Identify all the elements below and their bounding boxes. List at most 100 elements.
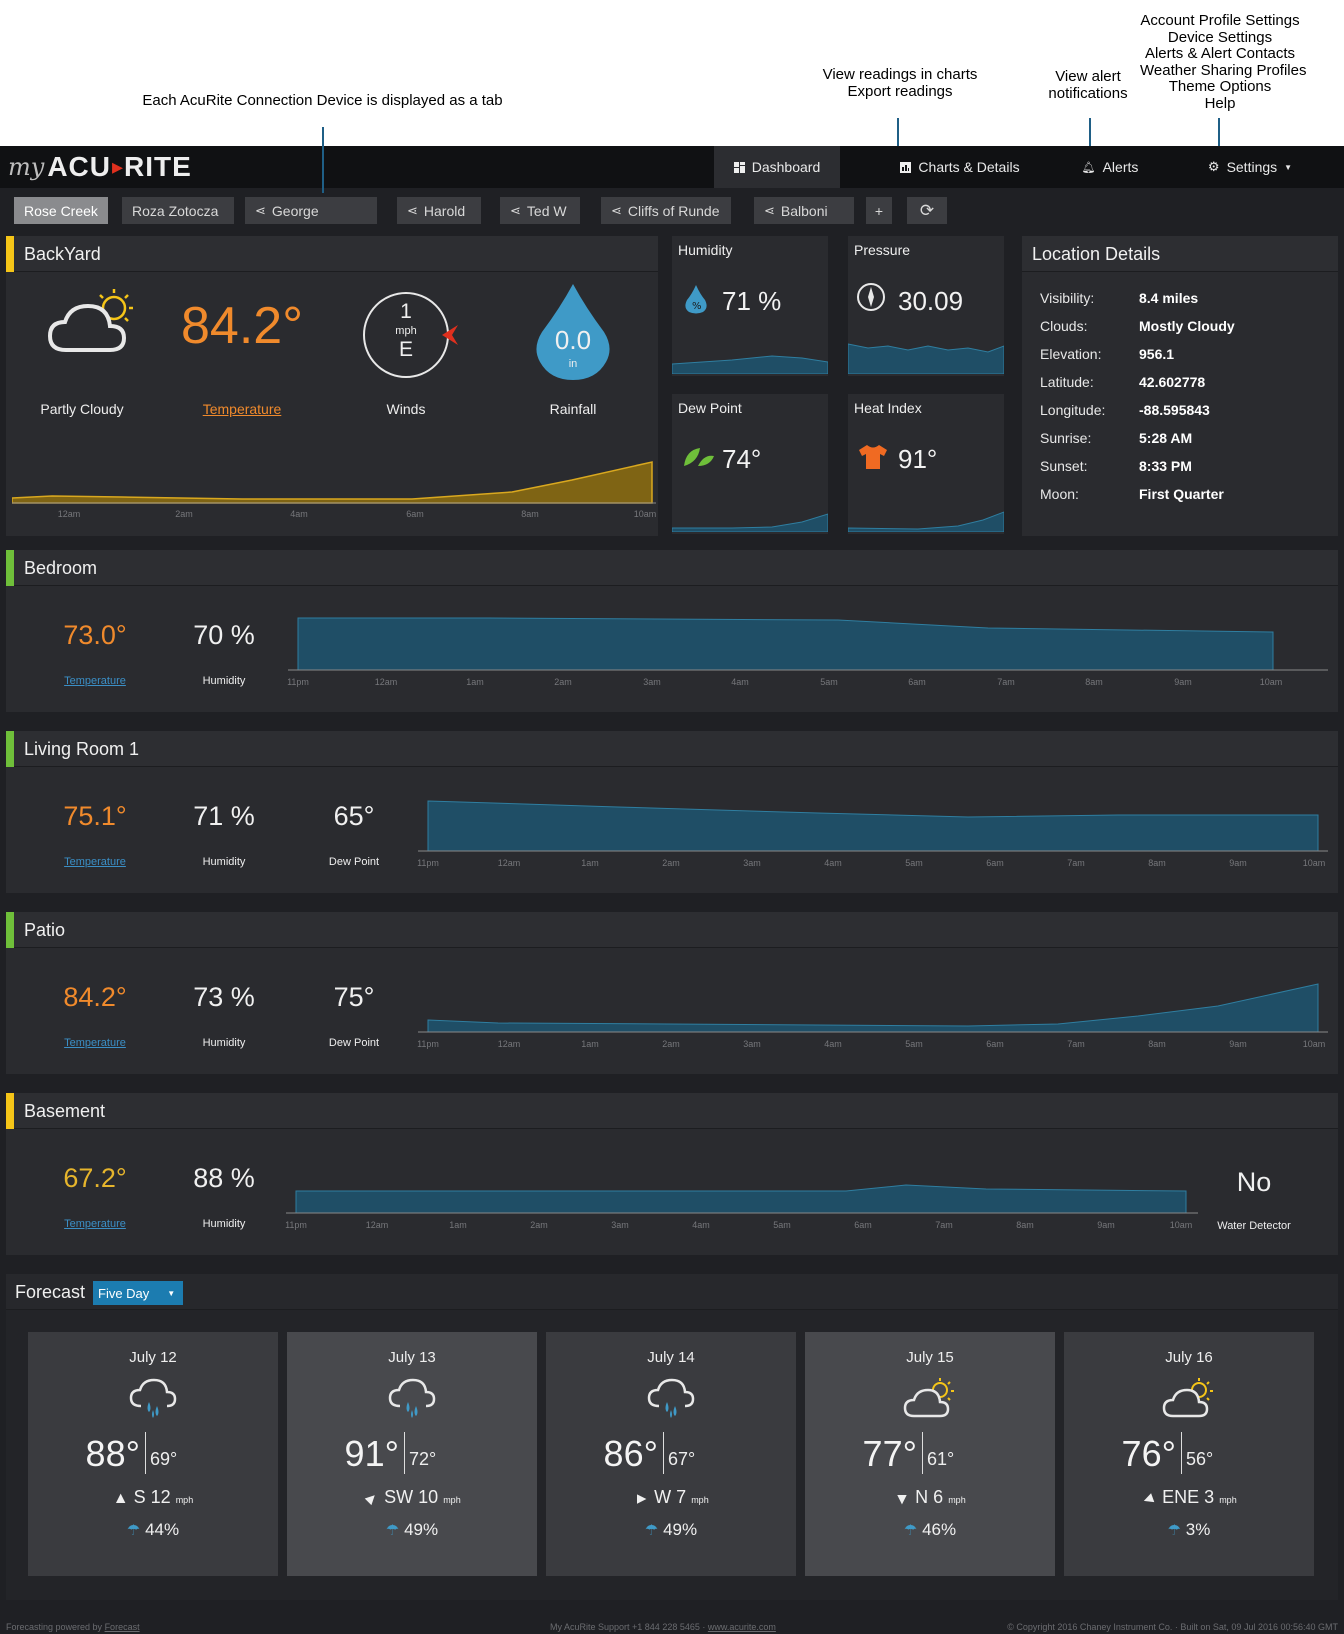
wind-speed: 1 — [400, 300, 412, 323]
loc-label: Sunrise: — [1040, 430, 1092, 446]
tick: 11pm — [417, 858, 439, 868]
acurite-link[interactable]: www.acurite.com — [708, 1622, 776, 1632]
tick: 12am — [57, 509, 81, 519]
tick: 12am — [374, 677, 398, 687]
sensor-title: Bedroom — [24, 558, 98, 578]
leaf-icon — [684, 448, 714, 466]
tick: 9am — [1174, 677, 1192, 687]
tab-george[interactable]: ⋖ George — [245, 197, 377, 224]
temperature-link[interactable]: Temperature — [40, 856, 150, 868]
accent-bar — [6, 731, 14, 767]
nav-settings[interactable]: ⚙ Settings ▼ — [1200, 146, 1300, 188]
humidity-label: Humidity — [202, 856, 246, 868]
tick: 10am — [1259, 677, 1283, 687]
tab-ted-w[interactable]: ⋖ Ted W — [500, 197, 580, 224]
temp-divider — [145, 1432, 146, 1474]
forecast-range-select[interactable]: Five Day ▼ — [93, 1281, 183, 1305]
humidity-tile-title: Humidity — [678, 242, 733, 258]
refresh-button[interactable]: ⟳ — [907, 197, 947, 224]
sensor-panel-patio: Patio 84.2° Temperature 73 % Humidity 75… — [6, 912, 1338, 1074]
forecast-precip: ☂ 44% — [28, 1520, 278, 1540]
winds-label: Winds — [386, 401, 426, 417]
tick: 3am — [743, 1039, 761, 1049]
humidity-label: Humidity — [202, 1037, 246, 1049]
footer-text: Forecasting powered by — [6, 1622, 105, 1632]
tab-label: George — [271, 202, 319, 219]
tab-rose-creek[interactable]: Rose Creek — [14, 197, 108, 224]
dewpoint-label: Dew Point — [328, 856, 380, 868]
sensor-temp: 73.0° — [63, 620, 127, 650]
temp-divider — [404, 1432, 405, 1474]
nav-alerts[interactable]: 🔔︎ Alerts — [1070, 146, 1150, 188]
temperature-link[interactable]: Temperature — [40, 675, 150, 687]
partly-cloudy-icon — [47, 289, 133, 352]
humidity-tile-value: 71 % — [722, 286, 782, 316]
tabs-annotation: Each AcuRite Connection Device is displa… — [142, 92, 503, 109]
settings-annotation: Account Profile Settings Device Settings… — [1140, 12, 1307, 112]
sensor-title: Living Room 1 — [24, 739, 140, 759]
sensor-temp: 75.1° — [63, 801, 127, 831]
dewpoint-tile[interactable]: Dew Point 74° — [672, 394, 828, 534]
tick: 4am — [731, 677, 749, 687]
wind-value: ENE 3 — [1162, 1487, 1215, 1507]
tick: 5am — [905, 858, 923, 868]
tab-label: Ted W — [526, 202, 567, 219]
temperature-link[interactable]: Temperature — [182, 401, 302, 417]
rain-cloud-icon — [647, 1378, 695, 1418]
wind-unit: mph — [948, 1495, 966, 1505]
forecast-date: July 14 — [647, 1349, 695, 1366]
plus-label: + — [874, 202, 884, 219]
tick: 9am — [1229, 1039, 1247, 1049]
share-icon: ⋖ — [510, 202, 521, 218]
umbrella-icon: ☂ — [1167, 1522, 1182, 1539]
pressure-tile[interactable]: Pressure 30.09 — [848, 236, 1004, 376]
tick: 1am — [466, 677, 484, 687]
wind-unit: mph — [395, 325, 417, 337]
pressure-tile-value: 30.09 — [898, 286, 964, 316]
forecast-high: 77° — [862, 1433, 917, 1474]
temperature-link[interactable]: Temperature — [40, 1218, 150, 1230]
sensor-chart — [418, 800, 1328, 852]
accent-bar — [6, 236, 14, 272]
wind-direction: E — [398, 338, 413, 361]
forecast-date: July 13 — [388, 1349, 436, 1366]
heatindex-tile[interactable]: Heat Index 91° — [848, 394, 1004, 534]
charts-annotation: View readings in charts Export readings — [822, 66, 978, 100]
refresh-icon: ⟳ — [919, 200, 935, 220]
add-tab-button[interactable]: + — [866, 197, 892, 224]
humidity-tile[interactable]: Humidity % 71 % — [672, 236, 828, 376]
nav-dashboard[interactable]: Dashboard — [714, 146, 840, 188]
backyard-temp-chart — [12, 461, 656, 504]
tick: 10am — [1302, 858, 1326, 868]
sensor-panel-living-room: Living Room 1 75.1° Temperature 71 % Hum… — [6, 731, 1338, 893]
temp-divider — [663, 1432, 664, 1474]
loc-value: 8.4 miles — [1139, 290, 1199, 306]
partly-cloudy-icon — [903, 1378, 954, 1418]
backyard-title: BackYard — [24, 244, 101, 264]
forecast-title: Forecast — [15, 1282, 86, 1302]
tab-cliffs-of-runde[interactable]: ⋖ Cliffs of Runde — [601, 197, 731, 224]
humidity-label: Humidity — [202, 1218, 246, 1230]
forecast-day-card: July 15 77° 61° ▲ N 6 mph ☂ 46% — [805, 1332, 1055, 1576]
humidity-label: Humidity — [202, 675, 246, 687]
forecast-low: 72° — [409, 1449, 437, 1469]
temperature-link[interactable]: Temperature — [40, 1037, 150, 1049]
footer-right: © Copyright 2016 Chaney Instrument Co. ·… — [1007, 1622, 1338, 1632]
tab-balboni[interactable]: ⋖ Balboni — [754, 197, 854, 224]
myacurite-logo[interactable]: my ACU ▸ RITE — [8, 151, 192, 182]
forecast-high: 76° — [1121, 1433, 1176, 1474]
wind-arrow-icon: ▲ — [894, 1491, 911, 1508]
panel-header — [6, 1274, 1338, 1310]
wind-arrow-icon: ▲ — [1138, 1488, 1160, 1510]
nav-charts-details[interactable]: Charts & Details — [880, 146, 1040, 188]
tick: 2am — [662, 1039, 680, 1049]
tick: 9am — [1097, 1220, 1115, 1230]
loc-value: Mostly Cloudy — [1139, 318, 1235, 334]
tick: 6am — [986, 858, 1004, 868]
sensor-temp: 67.2° — [63, 1163, 127, 1193]
tab-harold[interactable]: ⋖ Harold — [397, 197, 481, 224]
tab-roza-zotocza[interactable]: Roza Zotocza — [122, 197, 234, 224]
tick: 6am — [406, 509, 424, 519]
forecast-link[interactable]: Forecast — [105, 1622, 140, 1632]
loc-value: 8:33 PM — [1139, 458, 1192, 474]
